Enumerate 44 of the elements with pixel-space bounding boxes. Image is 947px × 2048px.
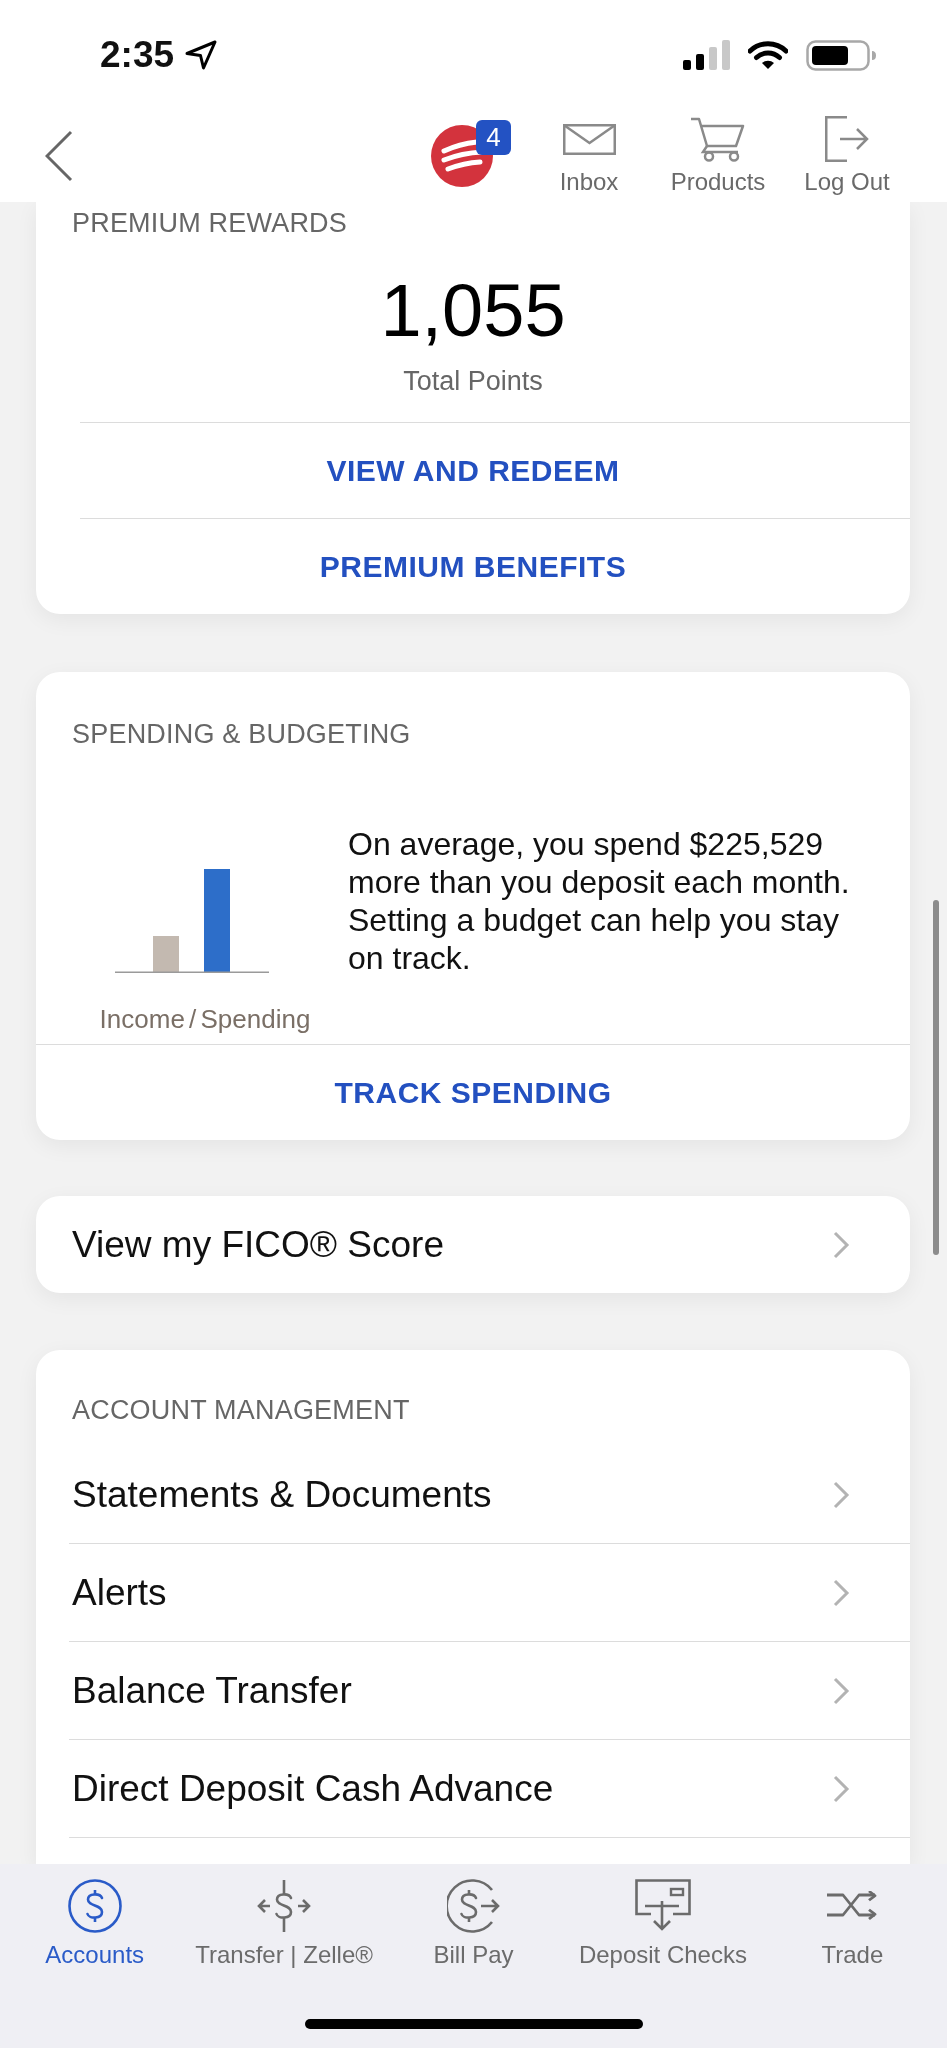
check-deposit-icon: [634, 1879, 691, 1933]
points-label: Total Points: [402, 366, 544, 396]
tab-bar-item[interactable]: Bill Pay: [378, 1879, 569, 1970]
chevron-right-icon: [832, 1480, 850, 1509]
section-heading: PREMIUM REWARDS: [71, 207, 348, 238]
logout-icon: [825, 116, 869, 162]
tab-bar-item[interactable]: Transfer | Zelle®: [189, 1879, 379, 1970]
dollar-circle-icon: [67, 1879, 122, 1933]
section-heading: ACCOUNT MANAGEMENT: [71, 1394, 411, 1424]
dollar-arrows-icon: [257, 1879, 312, 1933]
envelope-icon: [562, 123, 616, 155]
chevron-right-icon: [832, 1578, 850, 1607]
account-menu-row[interactable]: Direct Deposit Cash Advance: [69, 1740, 910, 1838]
back-button[interactable]: [45, 130, 73, 182]
wifi-icon: [748, 41, 788, 69]
chevron-right-icon: [832, 1230, 850, 1259]
tab-bar-item[interactable]: Trade: [757, 1879, 947, 1970]
signal-icon: [683, 40, 730, 70]
income-bar: [153, 936, 179, 972]
status-time: 2:35: [100, 33, 175, 77]
account-menu-row[interactable]: Alerts: [69, 1544, 910, 1642]
track-spending-link[interactable]: TRACK SPENDING: [36, 1045, 910, 1140]
account-menu-row[interactable]: Statements & Documents: [69, 1446, 910, 1544]
tab-bar-item[interactable]: Accounts: [0, 1879, 190, 1970]
tab-bar-item[interactable]: Deposit Checks: [568, 1879, 758, 1970]
chevron-right-icon: [832, 1676, 850, 1705]
rewards-link[interactable]: PREMIUM BENEFITS: [36, 519, 910, 614]
rewards-link[interactable]: VIEW AND REDEEM: [36, 423, 910, 518]
chart-caption: Income / Spending: [99, 1004, 311, 1034]
chevron-right-icon: [832, 1774, 850, 1803]
shopping-cart-icon: [690, 116, 746, 162]
back-chevron-icon: [45, 130, 73, 182]
dollar-arrow-circle-icon: [446, 1879, 501, 1933]
points-value: 1,055: [379, 271, 567, 351]
products-button[interactable]: Products: [659, 116, 777, 196]
notification-badge: 4: [476, 120, 511, 155]
section-heading: SPENDING & BUDGETING: [71, 718, 412, 748]
account-menu-row[interactable]: Balance Transfer: [69, 1642, 910, 1740]
battery-icon: [806, 39, 876, 71]
logout-button[interactable]: Log Out: [788, 116, 906, 196]
spending-message: On average, you spend $225,529 more than you deposit each month. Setting a budget can help you stay on track.: [348, 825, 851, 977]
fico-score-row[interactable]: View my FICO® Score: [36, 1196, 910, 1293]
location-arrow-icon: [185, 40, 218, 70]
inbox-button[interactable]: Inbox: [530, 116, 648, 196]
